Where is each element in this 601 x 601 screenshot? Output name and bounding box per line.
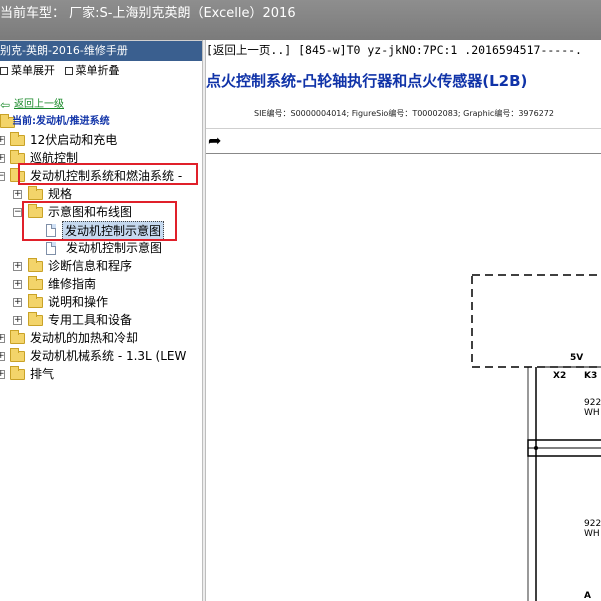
document-icon — [46, 242, 56, 255]
highlight-box — [18, 163, 198, 185]
title-bar: 当前车型： 厂家:S-上海别克英朗（Excelle）2016 — [0, 0, 601, 40]
current-label: 当前:发动机/推进系统 — [12, 116, 110, 127]
expand-all-button[interactable]: 菜单展开 — [0, 61, 55, 81]
expand-toggle-icon[interactable]: + — [0, 154, 5, 163]
folder-icon — [28, 186, 43, 200]
expand-toggle-icon[interactable]: + — [13, 262, 22, 271]
expand-toggle-icon[interactable]: + — [13, 190, 22, 199]
expand-toggle-icon[interactable]: + — [13, 316, 22, 325]
document-ids: SIE编号：S0000004014; FigureSio编号：T00002083… — [254, 109, 554, 118]
connector-label: X2 — [553, 371, 567, 381]
forward-arrow-icon[interactable]: ➦ — [208, 133, 221, 149]
manual-title: 别克-英朗-2016-维修手册 — [0, 41, 202, 61]
collapse-all-button[interactable]: 菜单折叠 — [64, 61, 120, 81]
collapse-icon — [64, 67, 73, 75]
tree-item-diagnostics[interactable]: + 诊断信息和程序 — [0, 257, 200, 275]
tree-item-label: 说明和操作 — [48, 295, 109, 309]
vehicle-title: 当前车型： 厂家:S-上海别克英朗（Excelle）2016 — [0, 6, 296, 21]
tree-item-label: 诊断信息和程序 — [48, 259, 133, 273]
tree-item-label: 专用工具和设备 — [48, 313, 133, 327]
voltage-label: 5V — [570, 353, 584, 363]
tree-item-engine-mechanical[interactable]: + 发动机机械系统 - 1.3L (LEW — [0, 347, 202, 365]
tree-item-exhaust[interactable]: + 排气 — [0, 365, 200, 383]
folder-icon — [10, 132, 25, 146]
tree-item-charging[interactable]: + 12伏启动和充电 — [0, 131, 200, 149]
collapse-toggle-icon[interactable]: − — [13, 208, 22, 217]
wire-number: 922 — [584, 519, 601, 529]
tree-item-label: 维修指南 — [48, 277, 97, 291]
folder-icon — [10, 366, 25, 380]
folder-icon — [28, 276, 43, 290]
navigation-panel: 别克-英朗-2016-维修手册 菜单展开 菜单折叠 ⇦ 返回上一级 当前:发动机… — [0, 40, 202, 601]
folder-icon — [10, 348, 25, 362]
folder-icon — [28, 312, 43, 326]
content-panel: [返回上一页..] [845-w]T0 yz-jkNO:7PC:1 .20165… — [206, 40, 601, 601]
diagram-toolbar: ➦ — [206, 128, 601, 154]
folder-icon — [28, 294, 43, 308]
expand-toggle-icon[interactable]: + — [0, 370, 5, 379]
page-title: 点火控制系统-凸轮轴执行器和点火传感器(L2B) — [206, 72, 528, 90]
expand-toggle-icon[interactable]: + — [0, 136, 5, 145]
back-arrow-icon: ⇦ — [0, 98, 11, 112]
expand-icon — [0, 67, 8, 75]
tree-item-description[interactable]: + 说明和操作 — [0, 293, 200, 311]
folder-icon — [10, 330, 25, 344]
wire-color: WH — [584, 529, 600, 539]
highlight-box — [22, 201, 177, 241]
tree-item-special-tools[interactable]: + 专用工具和设备 — [0, 311, 200, 329]
tree-item-repair-guide[interactable]: + 维修指南 — [0, 275, 200, 293]
expand-toggle-icon[interactable]: + — [13, 280, 22, 289]
tree-item-label: 排气 — [30, 367, 55, 381]
tree-item-label: 12伏启动和充电 — [30, 133, 118, 147]
tree-item-label: 发动机机械系统 - 1.3L (LEW — [30, 349, 187, 363]
tree-item-label: 发动机的加热和冷却 — [30, 331, 139, 345]
breadcrumb[interactable]: [返回上一页..] [845-w]T0 yz-jkNO:7PC:1 .20165… — [206, 42, 582, 58]
pin-label: K3 — [584, 371, 598, 381]
tree-item-label: 发动机控制示意图 — [66, 241, 163, 255]
wire-number: 922 — [584, 398, 601, 408]
back-link[interactable]: 返回上一级 — [14, 96, 64, 114]
expand-toggle-icon[interactable]: + — [13, 298, 22, 307]
folder-icon — [28, 258, 43, 272]
menu-toolbar: 菜单展开 菜单折叠 — [0, 61, 202, 81]
expand-toggle-icon[interactable]: + — [0, 334, 5, 343]
tree-item-heating-cooling[interactable]: + 发动机的加热和冷却 — [0, 329, 200, 347]
expand-toggle-icon[interactable]: + — [0, 352, 5, 361]
wiring-diagram-svg — [471, 274, 601, 601]
collapse-toggle-icon[interactable]: − — [0, 172, 5, 181]
wiring-diagram[interactable]: 5V X2 K3 922 WH 922 WH A — [206, 155, 601, 601]
pin-label: A — [584, 591, 591, 601]
tree-item-engine-schematic[interactable]: 发动机控制示意图 — [0, 239, 200, 257]
wire-color: WH — [584, 408, 600, 418]
